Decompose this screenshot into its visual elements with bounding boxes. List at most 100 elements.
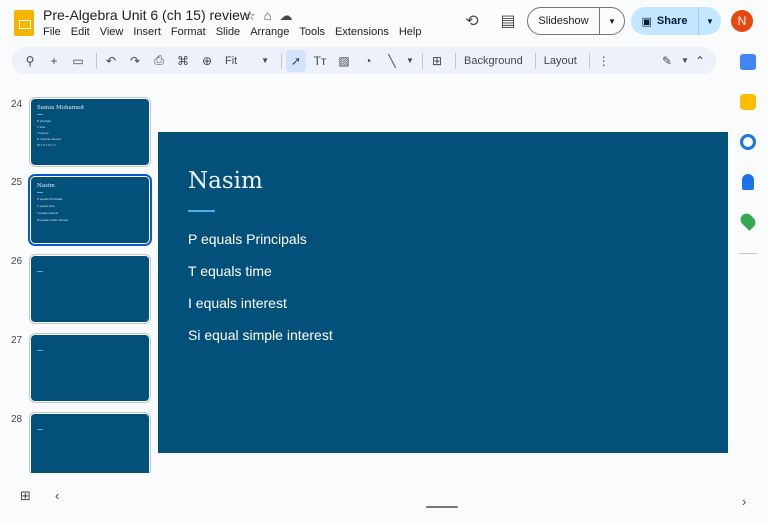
keep-icon[interactable] — [740, 94, 756, 110]
menu-help[interactable]: Help — [399, 26, 422, 38]
divider — [281, 52, 282, 69]
thumbnail-title: Nasim — [37, 183, 55, 189]
calendar-icon[interactable] — [740, 54, 756, 70]
thumbnail-accent-line — [37, 114, 43, 115]
thumbnail-text: P principle — [37, 119, 51, 123]
slide-number: 25 — [11, 177, 23, 188]
star-icon[interactable]: ☆ — [244, 8, 256, 24]
divider — [455, 52, 456, 69]
more-options-icon[interactable]: ⋮ — [594, 50, 614, 72]
filmstrip-item[interactable]: 26 — [0, 254, 155, 328]
zoom-select[interactable]: Fit ▼ — [221, 50, 273, 72]
chevron-down-icon[interactable]: ▼ — [699, 17, 721, 26]
slide-body-line: Si equal simple interest — [188, 327, 333, 343]
background-button[interactable]: Background — [460, 50, 527, 72]
slide-canvas[interactable]: Nasim P equals Principals T equals time … — [158, 132, 728, 453]
expand-side-panel-icon[interactable]: › — [742, 494, 746, 509]
slide-accent-line — [188, 210, 215, 212]
filmstrip-item[interactable]: 28 — [0, 412, 155, 473]
speaker-notes-handle[interactable] — [426, 506, 458, 508]
slide-thumbnail[interactable] — [29, 412, 151, 473]
contacts-icon[interactable] — [742, 174, 754, 190]
pen-tool-icon[interactable]: ✎ — [657, 50, 677, 72]
slideshow-button[interactable]: Slideshow ▼ — [527, 7, 625, 35]
slide-body-text[interactable]: P equals Principals T equals time I equa… — [188, 231, 333, 359]
document-title[interactable]: Pre-Algebra Unit 6 (ch 15) review — [43, 7, 250, 23]
divider — [422, 52, 423, 69]
filmstrip-item[interactable]: 24 Samia Mohamed P principle T time I in… — [0, 97, 155, 171]
move-to-folder-icon[interactable]: ⌂ — [264, 8, 272, 24]
new-slide-icon[interactable]: + — [44, 50, 64, 72]
filmstrip-item[interactable]: 27 — [0, 333, 155, 407]
filmstrip-item[interactable] — [0, 80, 155, 84]
filmstrip-item-active[interactable]: 25 Nasim P equals Principals T equals ti… — [0, 174, 155, 249]
menu-slide[interactable]: Slide — [216, 26, 240, 38]
text-box-icon[interactable]: Tт — [310, 50, 330, 72]
slide-thumbnail[interactable]: Nasim P equals Principals T equals time … — [28, 174, 152, 246]
menu-arrange[interactable]: Arrange — [250, 26, 289, 38]
slide-number: 26 — [11, 256, 23, 267]
tasks-icon[interactable] — [740, 134, 756, 150]
divider — [534, 52, 536, 69]
toolbar: ⚲ + ▭ ↶ ↷ ⎙ ⌘ ⊕ Fit ▼ ➚ Tт ▨ ◔ ╲ ▼ ⊞ Bac… — [12, 47, 716, 74]
filmstrip[interactable]: 24 Samia Mohamed P principle T time I in… — [0, 80, 155, 473]
menu-tools[interactable]: Tools — [299, 26, 325, 38]
thumbnail-accent-line — [37, 271, 43, 272]
slide-number: 24 — [11, 99, 23, 110]
line-icon[interactable]: ╲ — [382, 50, 402, 72]
thumbnail-text: Si equal simple interest — [37, 218, 69, 222]
lock-icon: ▣ — [641, 15, 652, 28]
cloud-status-icon[interactable]: ☁ — [280, 8, 293, 24]
thumbnail-accent-line — [37, 192, 43, 193]
insert-comment-icon[interactable]: ⊞ — [427, 50, 447, 72]
divider — [588, 52, 590, 69]
thumbnail-accent-line — [37, 350, 43, 351]
slide-canvas-area[interactable]: Nasim P equals Principals T equals time … — [158, 80, 728, 473]
menu-extensions[interactable]: Extensions — [335, 26, 389, 38]
thumbnail-text: S I simple interest — [37, 137, 61, 141]
image-icon[interactable]: ▨ — [334, 50, 354, 72]
paint-format-icon[interactable]: ⌘ — [173, 50, 193, 72]
chevron-down-icon[interactable]: ▼ — [600, 17, 624, 26]
slide-body-line: P equals Principals — [188, 231, 307, 247]
menu-view[interactable]: View — [100, 26, 124, 38]
comments-icon[interactable]: ▤ — [497, 10, 519, 32]
share-button[interactable]: ▣ Share ▼ — [631, 7, 721, 35]
slide-thumbnail[interactable]: Samia Mohamed P principle T time I inter… — [29, 97, 151, 167]
shape-icon[interactable]: ◔ — [358, 50, 378, 72]
menu-file[interactable]: File — [43, 26, 61, 38]
layout-button[interactable]: Layout — [540, 50, 581, 72]
menu-edit[interactable]: Edit — [71, 26, 90, 38]
slideshow-label[interactable]: Slideshow — [528, 8, 600, 34]
slide-body-line: I equals interest — [188, 295, 287, 311]
menu-format[interactable]: Format — [171, 26, 206, 38]
collapse-filmstrip-icon[interactable]: ‹ — [55, 488, 59, 503]
grid-view-icon[interactable]: ⊞ — [20, 488, 31, 504]
zoom-label: Fit — [225, 54, 238, 67]
thumbnail-text: T equals time — [37, 204, 55, 208]
redo-icon[interactable]: ↷ — [125, 50, 145, 72]
undo-icon[interactable]: ↶ — [101, 50, 121, 72]
thumbnail-text: I equals interest — [37, 211, 59, 215]
thumbnail-text: SI = P x R x T — [37, 143, 56, 147]
slides-logo[interactable] — [14, 10, 34, 36]
print-icon[interactable]: ⎙ — [149, 50, 169, 72]
thumbnail-accent-line — [37, 429, 43, 430]
slide-thumbnail[interactable] — [29, 254, 151, 324]
divider — [96, 52, 97, 69]
avatar[interactable]: N — [731, 10, 753, 32]
collapse-toolbar-icon[interactable]: ⌃ — [690, 50, 710, 72]
menu-insert[interactable]: Insert — [133, 26, 161, 38]
maps-icon[interactable] — [738, 211, 758, 231]
slide-title[interactable]: Nasim — [188, 168, 263, 194]
zoom-icon[interactable]: ⊕ — [197, 50, 217, 72]
select-cursor-icon[interactable]: ➚ — [286, 49, 306, 72]
search-menus-icon[interactable]: ⚲ — [20, 50, 40, 72]
divider — [739, 253, 757, 254]
slide-thumbnail[interactable] — [29, 333, 151, 403]
version-history-icon[interactable]: ⟲ — [461, 10, 483, 32]
share-label: Share — [656, 15, 688, 27]
chevron-down-icon: ▼ — [261, 56, 269, 65]
layout-picker-icon[interactable]: ▭ — [68, 50, 88, 72]
chevron-down-icon[interactable]: ▼ — [406, 50, 414, 72]
